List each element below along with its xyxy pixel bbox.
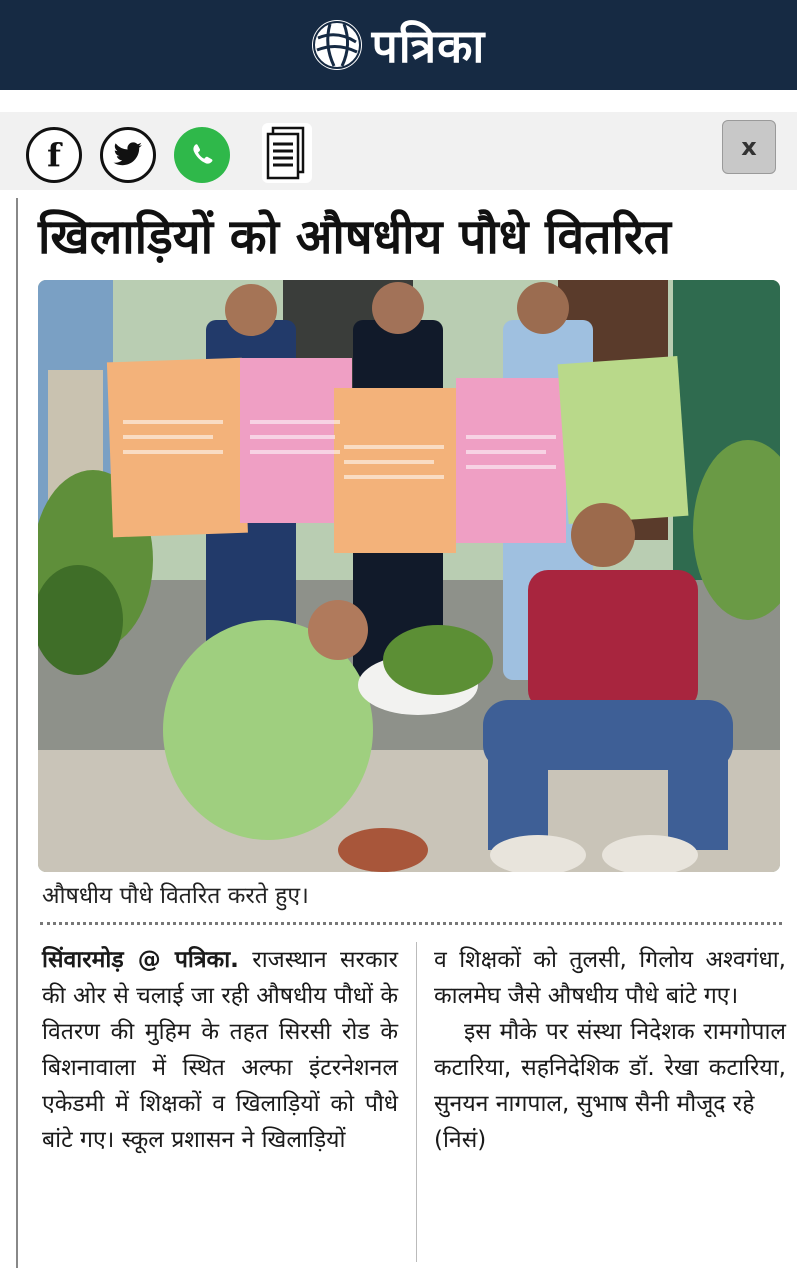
column-divider bbox=[416, 942, 417, 1262]
close-button[interactable]: x bbox=[722, 120, 776, 174]
body-paragraph: व शिक्षकों को तुलसी, गिलोय अश्वगंधा, काल… bbox=[434, 947, 786, 1009]
facebook-icon[interactable]: f bbox=[26, 127, 82, 183]
dateline: सिंवारमोड़ @ पत्रिका. bbox=[42, 947, 239, 973]
twitter-icon[interactable] bbox=[100, 127, 156, 183]
brand-logo[interactable]: पत्रिका bbox=[311, 14, 486, 76]
article-column-1: सिंवारमोड़ @ पत्रिका. राजस्थान सरकार की … bbox=[42, 942, 398, 1158]
byline-tag: (निसं) bbox=[434, 1127, 487, 1153]
body-paragraph: इस मौके पर संस्था निदेशक रामगोपाल कटारिय… bbox=[434, 1019, 786, 1117]
article-photo bbox=[38, 280, 780, 872]
body-text: राजस्थान सरकार की ओर से चलाई जा रही औषधी… bbox=[42, 947, 398, 1153]
document-icon[interactable] bbox=[262, 123, 312, 183]
whatsapp-icon[interactable] bbox=[174, 127, 230, 183]
divider bbox=[40, 922, 782, 925]
column-rule bbox=[16, 198, 18, 1268]
globe-logo-icon bbox=[311, 20, 362, 70]
article-column-2: व शिक्षकों को तुलसी, गिलोय अश्वगंधा, काल… bbox=[434, 942, 786, 1158]
masthead: पत्रिका bbox=[0, 0, 797, 90]
photo-caption: औषधीय पौधे वितरित करते हुए। bbox=[42, 883, 309, 909]
article-headline: खिलाड़ियों को औषधीय पौधे वितरित bbox=[38, 209, 671, 265]
brand-name: पत्रिका bbox=[371, 19, 486, 73]
